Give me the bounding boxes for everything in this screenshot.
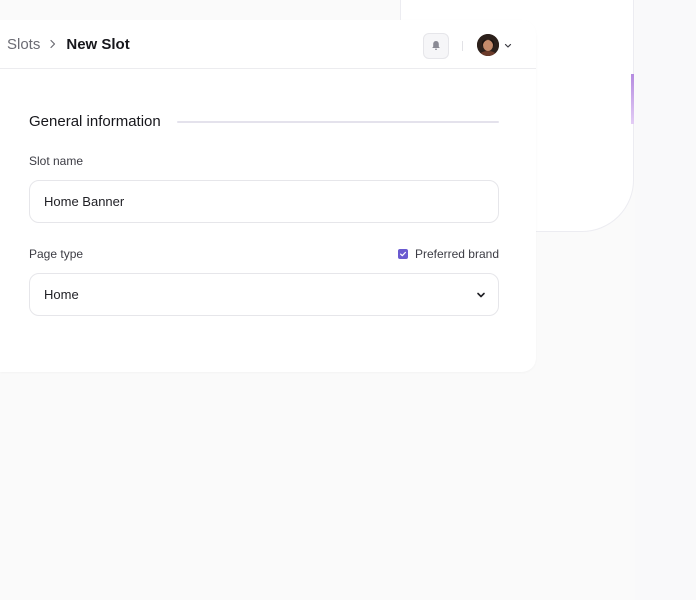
new-slot-panel: Slots New Slot General information Slot … [0,20,536,372]
background-strip [635,0,696,600]
form-content: General information Slot name Home Banne… [0,113,536,316]
app-stage: Slots New Slot General information Slot … [0,0,696,600]
bell-icon [431,39,441,54]
slot-name-label: Slot name [29,154,84,168]
chevron-down-icon [504,36,512,54]
preferred-brand-label: Preferred brand [414,247,499,261]
section-header: General information [29,113,499,130]
page-type-select[interactable]: Home [29,273,499,316]
slot-name-value: Home Banner [44,194,125,209]
slot-name-input[interactable]: Home Banner [29,180,499,223]
chevron-right-icon [44,35,62,53]
avatar [477,34,499,56]
user-menu[interactable] [477,34,512,56]
breadcrumb: Slots New Slot [7,35,130,53]
header-divider [462,41,463,51]
top-bar: Slots New Slot [0,20,536,69]
chevron-down-icon [476,287,486,302]
page-type-label: Page type [29,247,84,261]
preferred-brand-checkbox[interactable] [397,249,408,259]
breadcrumb-current: New Slot [66,35,130,53]
page-type-value: Home [44,287,79,302]
section-title: General information [29,113,161,130]
page-type-row: Page type Preferred brand [29,247,499,261]
breadcrumb-root-link[interactable]: Slots [7,36,40,53]
notifications-button[interactable] [423,33,449,59]
section-divider [176,120,499,123]
preferred-brand-toggle[interactable]: Preferred brand [397,247,499,261]
background-accent-bar [631,74,634,124]
